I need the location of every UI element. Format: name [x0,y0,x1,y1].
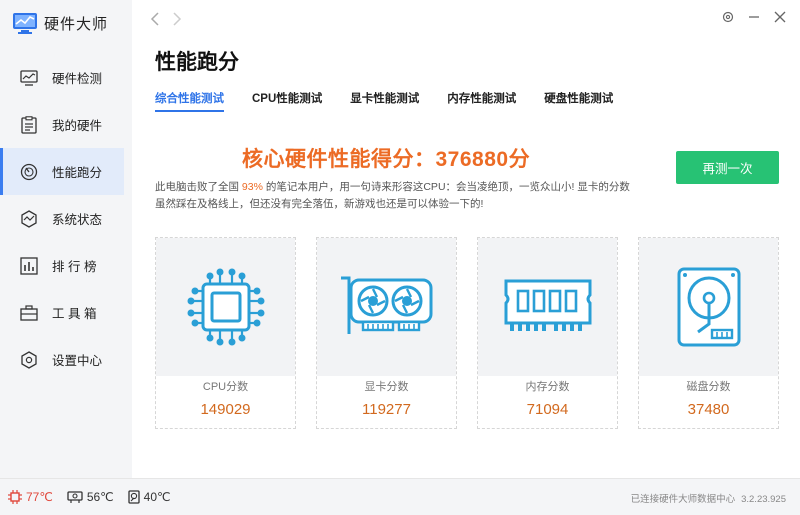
gpu-temp-icon [67,491,83,503]
status-info: 已连接硬件大师数据中心 3.2.23.925 [631,491,786,505]
app-name: 硬件大师 [44,15,109,33]
bar-chart-icon [20,256,38,275]
settings-gear-icon[interactable] [722,11,734,23]
page-title: 性能跑分 [155,51,239,74]
memory-score-card: 内存分数 71094 [477,237,618,429]
card-label: CPU分数 [202,381,249,393]
card-image [317,238,456,376]
sidebar-item-label: 硬件检测 [52,72,103,86]
sidebar-item-label: 工 具 箱 [52,307,97,321]
card-label: 内存分数 [525,381,570,393]
app-logo-icon [13,13,37,34]
card-value: 71094 [526,401,569,418]
sidebar-item-hardware-detect[interactable]: 硬件检测 [0,54,132,101]
version-label: 3.2.23.925 [741,494,786,505]
gpu-score-card: 显卡分数 119277 [316,237,457,429]
tab-disk[interactable]: 硬盘性能测试 [544,90,613,112]
cpu-temp-icon [8,490,22,504]
disk-temp-icon [128,490,140,504]
hexagon-settings-icon [20,350,38,369]
sidebar-item-settings[interactable]: 设置中心 [0,336,132,383]
clipboard-icon [20,115,38,134]
disk-score-card: 磁盘分数 37480 [638,237,779,429]
sidebar-item-label: 排 行 榜 [52,260,97,274]
close-icon[interactable] [774,11,786,23]
sidebar-item-system-status[interactable]: 系统状态 [0,195,132,242]
tab-gpu[interactable]: 显卡性能测试 [350,90,419,112]
connection-status: 已连接硬件大师数据中心 [630,494,736,505]
tab-cpu[interactable]: CPU性能测试 [252,90,322,112]
tab-overall[interactable]: 综合性能测试 [155,90,224,112]
sidebar: 硬件大师 硬件检测 我的硬件 性能跑分 系统状态 排 行 榜 工 具 箱 设置中… [0,0,132,478]
window-controls [722,11,786,23]
cpu-score-card: CPU分数 149029 [155,237,296,429]
card-image [156,238,295,376]
temp-value: 56℃ [86,490,114,504]
card-image [639,238,778,376]
toolbox-icon [20,304,38,322]
sidebar-item-label: 设置中心 [52,354,103,368]
sidebar-item-my-hardware[interactable]: 我的硬件 [0,101,132,148]
graphics-card-icon [340,276,432,334]
description-prefix: 此电脑击败了全国 [155,181,242,193]
card-label: 磁盘分数 [686,381,731,393]
cpu-chip-icon [186,268,264,346]
cpu-temperature: 77℃ [8,490,53,504]
forward-arrow-icon[interactable] [172,12,182,26]
minimize-icon[interactable] [748,11,760,23]
result-description: 此电脑击败了全国 93% 的笔记本用户，用一句诗来形容这CPU：会当凌绝顶，一览… [155,179,635,213]
sidebar-item-toolbox[interactable]: 工 具 箱 [0,289,132,336]
card-label: 显卡分数 [364,381,409,393]
history-nav [150,12,182,26]
card-value: 119277 [362,401,411,418]
disk-temperature: 40℃ [128,490,171,504]
sidebar-item-label: 性能跑分 [52,166,103,180]
memory-module-icon [504,279,591,331]
sidebar-item-label: 系统状态 [52,213,103,227]
sidebar-item-benchmark[interactable]: 性能跑分 [0,148,124,195]
sidebar-nav: 硬件检测 我的硬件 性能跑分 系统状态 排 行 榜 工 具 箱 设置中心 [0,54,132,383]
status-bar: 77℃ 56℃ 40℃ 已连接硬件大师数据中心 3.2.23.925 [0,478,800,515]
tab-memory[interactable]: 内存性能测试 [447,90,516,112]
brand: 硬件大师 [12,10,108,36]
total-score: 核心硬件性能得分：376880分 [242,148,531,171]
gpu-temperature: 56℃ [67,490,114,504]
speedometer-icon [20,163,38,181]
sidebar-item-ranking[interactable]: 排 行 榜 [0,242,132,289]
hard-disk-icon [677,267,740,347]
pulse-icon [20,209,38,228]
monitor-chart-icon [20,69,38,87]
back-arrow-icon[interactable] [150,12,160,26]
card-image [478,238,617,376]
card-value: 37480 [687,401,730,418]
score-cards: CPU分数 149029 显卡分数 119277 内存分数 71094 磁盘分数… [155,237,779,429]
sidebar-item-label: 我的硬件 [52,119,103,133]
temp-value: 40℃ [143,490,171,504]
benchmark-tabs: 综合性能测试 CPU性能测试 显卡性能测试 内存性能测试 硬盘性能测试 [155,90,641,112]
retest-button[interactable]: 再测一次 [676,151,779,184]
card-value: 149029 [200,401,251,418]
temp-value: 77℃ [26,490,53,504]
beat-percentage: 93% [241,181,263,193]
